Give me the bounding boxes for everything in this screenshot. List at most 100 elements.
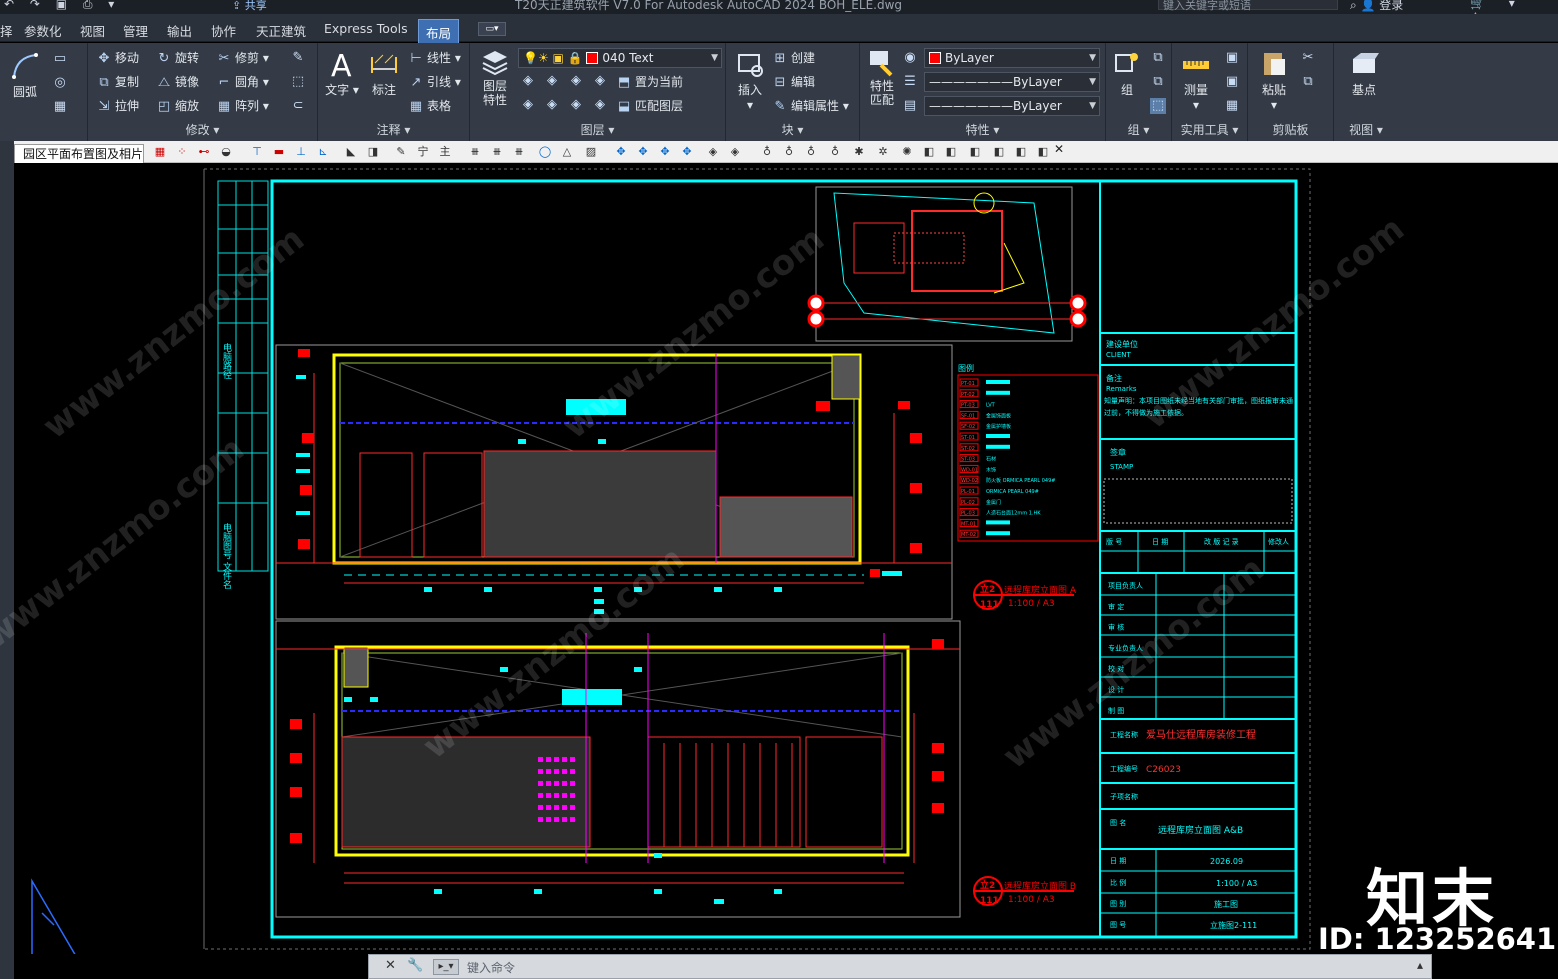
fillet-button[interactable]: ⌐ 圆角 ▾ bbox=[216, 73, 269, 91]
gradient-icon[interactable]: ▦ bbox=[52, 99, 68, 115]
toolbar-l3-icon[interactable]: ◧ bbox=[968, 145, 982, 159]
toolbar-dim4-icon[interactable]: ⊾ bbox=[316, 145, 330, 159]
move-button[interactable]: ✥ 移动 bbox=[96, 49, 139, 67]
layer-lock-icon[interactable]: ◈ bbox=[592, 73, 608, 89]
table-button[interactable]: ▦ 表格 bbox=[408, 97, 451, 115]
utilities-panel-label[interactable]: 实用工具 ▾ bbox=[1172, 121, 1247, 138]
layer-thaw-icon[interactable]: ◈ bbox=[568, 97, 584, 113]
clipboard-panel-label[interactable]: 剪贴板 bbox=[1248, 121, 1333, 138]
edit-block-button[interactable]: ⊟ 编辑 bbox=[772, 73, 815, 91]
set-current-button[interactable]: ⬒ 置为当前 bbox=[616, 73, 683, 91]
hatch-icon[interactable]: ◎ bbox=[52, 75, 68, 91]
toolbar-l2-icon[interactable]: ◧ bbox=[944, 145, 958, 159]
layers-panel-label[interactable]: 图层 ▾ bbox=[470, 121, 725, 138]
toolbar-layer1-icon[interactable]: ◈ bbox=[706, 145, 720, 159]
select-all-icon[interactable]: ▣ bbox=[1224, 74, 1240, 90]
toolbar-t1-icon[interactable]: 宁 bbox=[416, 145, 430, 159]
copy-clip-icon[interactable]: ⧉ bbox=[1300, 74, 1316, 90]
tab-partial[interactable]: 择 bbox=[0, 21, 13, 40]
layer-unisolate-icon[interactable]: ◈ bbox=[544, 97, 560, 113]
tab-layout[interactable]: 布局 bbox=[418, 19, 460, 46]
group-button[interactable]: 组 bbox=[1110, 49, 1144, 98]
lineweight-icon[interactable]: ▤ bbox=[902, 98, 918, 114]
toolbar-dim2-icon[interactable]: ▬ bbox=[272, 145, 286, 159]
edit-attributes-button[interactable]: ✎ 编辑属性 ▾ bbox=[772, 97, 849, 115]
toolbar-grid-icon[interactable]: ▦ bbox=[153, 145, 167, 159]
toolbar-dim3-icon[interactable]: ⊥ bbox=[294, 145, 308, 159]
linear-button[interactable]: ⊢ 线性 ▾ bbox=[408, 49, 461, 67]
rotate-button[interactable]: ↻ 旋转 bbox=[156, 49, 199, 67]
command-prompt-icon[interactable]: ▸_▾ bbox=[433, 959, 459, 975]
array-button[interactable]: ▦ 阵列 ▾ bbox=[216, 97, 269, 115]
toolbar-hatch-icon[interactable]: ▨ bbox=[584, 145, 598, 159]
cut-icon[interactable]: ✂ bbox=[1300, 50, 1316, 66]
drawing-tab[interactable]: 园区平面布置图及相片 bbox=[14, 144, 144, 163]
group-select-icon[interactable]: ⬚ bbox=[1150, 98, 1166, 114]
toolbar-star-icon[interactable]: ✱ bbox=[852, 145, 866, 159]
calculator-icon[interactable]: ▦ bbox=[1224, 98, 1240, 114]
toolbar-array1-icon[interactable]: ⧻ bbox=[468, 145, 482, 159]
view-panel-label[interactable]: 视图 ▾ bbox=[1334, 121, 1398, 138]
toolbar-ortho-icon[interactable]: ⊷ bbox=[197, 145, 211, 159]
toolbar-l1-icon[interactable]: ◧ bbox=[922, 145, 936, 159]
explode-icon[interactable]: ⬚ bbox=[290, 74, 306, 90]
mirror-button[interactable]: ⧍ 镜像 bbox=[156, 73, 199, 91]
linetype-dropdown[interactable]: ———————ByLayer ▼ bbox=[924, 72, 1100, 92]
chevron-up-icon[interactable]: ▴ bbox=[1417, 958, 1423, 972]
arc-button[interactable]: 圆弧 bbox=[6, 51, 44, 100]
rectangle-icon[interactable]: ▭ bbox=[52, 51, 68, 67]
toolbar-bulb2-icon[interactable]: ♁ bbox=[782, 145, 796, 159]
stretch-button[interactable]: ⇲ 拉伸 bbox=[96, 97, 139, 115]
erase-icon[interactable]: ✎ bbox=[290, 50, 306, 66]
toolbar-snap-icon[interactable]: ⁘ bbox=[175, 145, 189, 159]
drawing-canvas[interactable]: 电脑路径 电脑图号 文件名 立2 111 远程库房立面图 A 1:100 / A… bbox=[0, 163, 1558, 954]
tab-collaborate[interactable]: 协作 bbox=[211, 21, 236, 40]
close-icon[interactable]: ✕ bbox=[385, 958, 396, 973]
copy-button[interactable]: ⧉ 复制 bbox=[96, 73, 139, 91]
toolbar-layer2-icon[interactable]: ◈ bbox=[728, 145, 742, 159]
toolbar-move4-icon[interactable]: ✥ bbox=[680, 145, 694, 159]
toolbar-tri-icon[interactable]: △ bbox=[560, 145, 574, 159]
tab-output[interactable]: 输出 bbox=[167, 21, 192, 40]
toolbar-move2-icon[interactable]: ✥ bbox=[636, 145, 650, 159]
toolbar-move3-icon[interactable]: ✥ bbox=[658, 145, 672, 159]
layer-isolate-icon[interactable]: ◈ bbox=[544, 73, 560, 89]
match-properties-button[interactable]: 特性 匹配 bbox=[862, 47, 902, 107]
toolbar-block-icon[interactable]: ◨ bbox=[366, 145, 380, 159]
group-edit-icon[interactable]: ⧉ bbox=[1150, 74, 1166, 90]
leader-button[interactable]: ↗ 引线 ▾ bbox=[408, 73, 461, 91]
toolbar-pen-icon[interactable]: ✎ bbox=[394, 145, 408, 159]
color-dropdown[interactable]: ByLayer ▼ bbox=[924, 48, 1100, 68]
tab-overflow-button[interactable]: ▭▾ bbox=[478, 22, 506, 36]
command-line[interactable]: ✕ 🔧 ▸_▾ 键入命令 ▴ bbox=[368, 954, 1432, 979]
linetype-icon[interactable]: ☰ bbox=[902, 74, 918, 90]
cart-icon[interactable]: 🛒 ▾ ⚠ bbox=[1470, 0, 1558, 14]
scale-button[interactable]: ◰ 缩放 bbox=[156, 97, 199, 115]
command-input[interactable]: 键入命令 bbox=[467, 959, 515, 976]
dimension-button[interactable]: 标注 bbox=[364, 49, 404, 98]
search-input[interactable]: 键入关键字或短语 bbox=[1158, 0, 1338, 12]
create-block-button[interactable]: ⊞ 创建 bbox=[772, 49, 815, 67]
toolbar-array3-icon[interactable]: ⧻ bbox=[512, 145, 526, 159]
measure-button[interactable]: 测量 ▾ bbox=[1178, 49, 1214, 112]
toolbar-array2-icon[interactable]: ⧻ bbox=[490, 145, 504, 159]
text-button[interactable]: A 文字 ▾ bbox=[324, 49, 360, 98]
insert-button[interactable]: 插入 ▾ bbox=[730, 49, 770, 112]
layer-freeze-icon[interactable]: ◈ bbox=[568, 73, 584, 89]
properties-panel-label[interactable]: 特性 ▾ bbox=[860, 121, 1105, 138]
toolbar-l6-icon[interactable]: ◧ bbox=[1036, 145, 1050, 159]
paste-button[interactable]: 粘贴 ▾ bbox=[1256, 49, 1292, 112]
toolbar-l5-icon[interactable]: ◧ bbox=[1014, 145, 1028, 159]
tab-view[interactable]: 视图 bbox=[80, 21, 105, 40]
toolbar-bulb4-icon[interactable]: ♁ bbox=[828, 145, 842, 159]
layer-on-icon[interactable]: ◈ bbox=[520, 97, 536, 113]
toolbar-bulb1-icon[interactable]: ♁ bbox=[760, 145, 774, 159]
toolbar-t2-icon[interactable]: 主 bbox=[438, 145, 452, 159]
toolbar-move-icon[interactable]: ✥ bbox=[614, 145, 628, 159]
trim-button[interactable]: ✂ 修剪 ▾ bbox=[216, 49, 269, 67]
tab-express-tools[interactable]: Express Tools bbox=[324, 21, 408, 36]
tab-parametric[interactable]: 参数化 bbox=[24, 21, 62, 40]
lineweight-dropdown[interactable]: ———————ByLayer ▼ bbox=[924, 96, 1100, 116]
quick-access-toolbar[interactable]: ↶ ↷ ▣ ⎙ ▾ bbox=[4, 0, 120, 12]
toolbar-dim-icon[interactable]: ⊤ bbox=[250, 145, 264, 159]
